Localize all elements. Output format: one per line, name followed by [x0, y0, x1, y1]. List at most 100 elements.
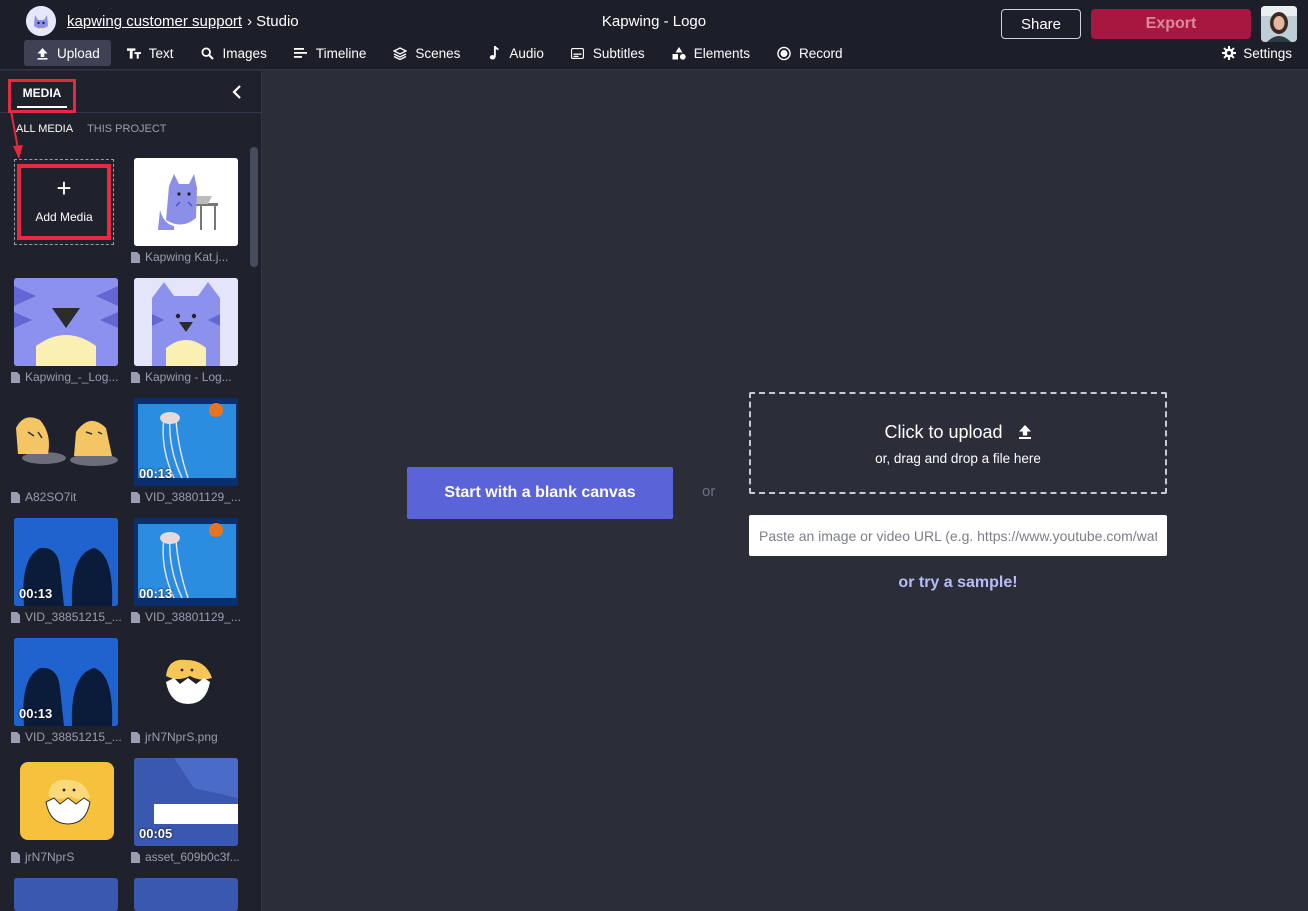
toolbar-timeline[interactable]: Timeline: [283, 40, 378, 66]
media-item[interactable]: [134, 278, 238, 366]
media-item-name: A82SO7it: [25, 490, 77, 504]
media-item[interactable]: 00:13: [134, 518, 238, 606]
media-item[interactable]: [134, 878, 238, 911]
file-icon: [131, 491, 140, 503]
plus-icon: +: [56, 173, 72, 203]
timeline-icon: [294, 46, 308, 60]
media-item-name: VID_38851215_...: [25, 730, 122, 744]
toolbar-scenes[interactable]: Scenes: [382, 40, 471, 66]
layers-icon: [393, 46, 408, 60]
duration-badge: 00:13: [19, 586, 53, 601]
settings-button[interactable]: Settings: [1222, 40, 1292, 66]
media-item-name: Kapwing_-_Log...: [25, 370, 119, 384]
media-item-label: A82SO7it: [11, 490, 125, 504]
chevron-left-icon: [232, 85, 241, 99]
toolbar-text[interactable]: Text: [116, 40, 185, 66]
subtab-this-project[interactable]: THIS PROJECT: [87, 123, 166, 135]
start-blank-canvas-button[interactable]: Start with a blank canvas: [407, 467, 673, 519]
toolbar-timeline-label: Timeline: [315, 45, 367, 61]
media-item-name: VID_38851215_...: [25, 610, 122, 624]
media-thumbnail: [14, 758, 118, 846]
add-media-button[interactable]: + Add Media: [14, 159, 114, 245]
toolbar-record[interactable]: Record: [766, 40, 854, 66]
media-item-label: Kapwing Kat.j...: [131, 250, 245, 264]
media-item[interactable]: [14, 758, 118, 846]
media-item-label: jrN7NprS: [11, 850, 125, 864]
media-item-label: jrN7NprS.png: [131, 730, 245, 744]
toolbar-upload-label: Upload: [57, 45, 100, 61]
breadcrumb-separator: ›: [247, 13, 253, 30]
export-button[interactable]: Export: [1091, 9, 1251, 39]
file-icon: [131, 371, 140, 383]
upload-icon: [35, 46, 49, 60]
toolbar-subtitles-label: Subtitles: [592, 45, 645, 61]
duration-badge: 00:13: [139, 586, 173, 601]
media-item[interactable]: 00:13: [14, 518, 118, 606]
upload-subtitle: or, drag and drop a file here: [875, 451, 1041, 466]
annotation-arrow: [10, 111, 23, 159]
toolbar-audio-label: Audio: [509, 45, 544, 61]
media-item-name: VID_38801129_...: [145, 490, 241, 504]
top-bar: kapwing customer support › Studio Kapwing …: [0, 0, 1308, 70]
try-sample-link[interactable]: or try a sample!: [749, 574, 1167, 592]
media-item[interactable]: [14, 398, 118, 486]
media-thumbnail: [14, 398, 118, 486]
media-item-label: Kapwing_-_Log...: [11, 370, 125, 384]
gear-icon: [1222, 46, 1237, 60]
media-item-label: VID_38851215_...: [11, 730, 125, 744]
upload-dropzone[interactable]: Click to upload or, drag and drop a file…: [749, 392, 1167, 494]
add-media-highlight: + Add Media: [17, 164, 111, 240]
music-note-icon: [487, 46, 501, 60]
file-icon: [131, 611, 140, 623]
toolbar-subtitles[interactable]: Subtitles: [560, 40, 656, 66]
toolbar-images-label: Images: [222, 45, 267, 61]
settings-label: Settings: [1243, 45, 1292, 61]
media-item-name: jrN7NprS.png: [145, 730, 218, 744]
toolbar: Upload Text Images Timeline Scenes Audio…: [24, 40, 859, 66]
media-item-label: VID_38801129_...: [131, 610, 245, 624]
media-item[interactable]: [14, 278, 118, 366]
toolbar-upload[interactable]: Upload: [24, 40, 111, 66]
media-item-label: VID_38851215_...: [11, 610, 125, 624]
search-icon: [201, 46, 215, 60]
or-divider: or: [702, 483, 716, 500]
media-item[interactable]: 00:13: [134, 398, 238, 486]
record-icon: [777, 46, 791, 60]
media-thumbnail: [134, 638, 238, 726]
media-item-label: VID_38801129_...: [131, 490, 245, 504]
subtab-all-media[interactable]: ALL MEDIA: [16, 123, 73, 135]
toolbar-elements[interactable]: Elements: [661, 40, 761, 66]
media-thumbnail: [134, 278, 238, 366]
media-sidebar: MEDIA ALL MEDIA THIS PROJECT + Add Media: [0, 71, 262, 911]
collapse-sidebar-button[interactable]: [228, 83, 246, 101]
upload-title: Click to upload: [751, 422, 1165, 443]
toolbar-images[interactable]: Images: [190, 40, 278, 66]
toolbar-elements-label: Elements: [693, 45, 750, 61]
team-avatar[interactable]: [26, 6, 56, 36]
upload-title-text: Click to upload: [884, 422, 1003, 442]
shapes-icon: [672, 46, 686, 60]
toolbar-scenes-label: Scenes: [415, 45, 461, 61]
share-button[interactable]: Share: [1001, 9, 1081, 39]
media-item[interactable]: 00:13: [14, 638, 118, 726]
url-input[interactable]: [749, 515, 1167, 556]
project-title[interactable]: Kapwing - Logo: [602, 13, 706, 30]
media-thumbnail: [134, 158, 238, 246]
text-icon: [126, 46, 141, 60]
media-item[interactable]: 00:05: [134, 758, 238, 846]
toolbar-audio[interactable]: Audio: [476, 40, 555, 66]
media-subtabs: ALL MEDIA THIS PROJECT: [16, 123, 181, 135]
toolbar-record-label: Record: [798, 45, 843, 61]
sidebar-scrollbar[interactable]: [250, 147, 258, 267]
media-item[interactable]: [14, 878, 118, 911]
file-icon: [11, 851, 20, 863]
file-icon: [131, 851, 140, 863]
add-media-label: Add Media: [35, 210, 93, 224]
file-icon: [131, 731, 140, 743]
media-item[interactable]: [134, 158, 238, 246]
tab-media[interactable]: MEDIA: [8, 79, 76, 113]
user-avatar[interactable]: [1261, 6, 1297, 42]
breadcrumb: kapwing customer support › Studio: [67, 13, 299, 30]
team-link[interactable]: kapwing customer support: [67, 13, 242, 30]
media-item[interactable]: [134, 638, 238, 726]
